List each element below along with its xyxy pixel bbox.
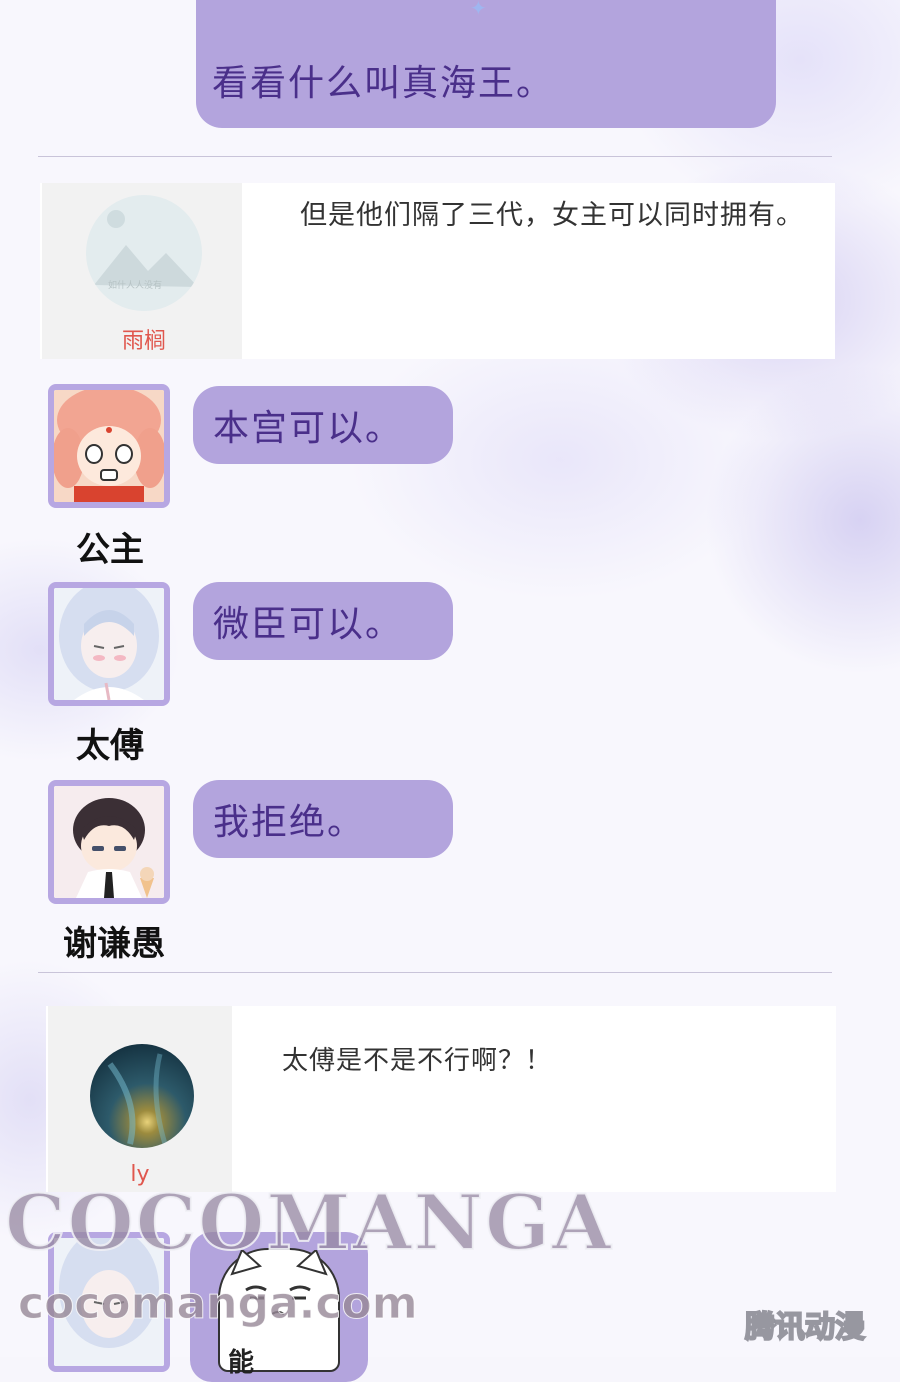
avatar-princess[interactable] (48, 384, 170, 508)
avatar-grand-tutor[interactable] (48, 582, 170, 706)
galaxy-image-icon (107, 1053, 168, 1145)
comment-1-text: 但是他们隔了三代，女主可以同时拥有。 (300, 200, 804, 231)
speaker-name-xie-qianyu: 谢谦愚 (63, 924, 165, 964)
message-text-princess: 本宫可以。 (213, 408, 404, 449)
tencent-comic-watermark: 腾讯动漫 (744, 1309, 866, 1346)
message-text-grand-tutor: 微臣可以。 (213, 604, 404, 645)
grand-tutor-portrait-icon (54, 588, 164, 700)
message-bubble-grand-tutor: 微臣可以。 (193, 582, 453, 660)
speaker-name-princess: 公主 (76, 530, 144, 570)
divider-top (38, 156, 832, 157)
placeholder-image-icon (94, 210, 198, 287)
comment-1-username[interactable]: 雨榈 (90, 323, 198, 355)
cocomanga-watermark: COCOMANGA (4, 1177, 613, 1268)
xie-qianyu-portrait-icon (54, 786, 164, 898)
message-bubble-xie-qianyu: 我拒绝。 (193, 780, 453, 858)
message-text-xie-qianyu: 我拒绝。 (213, 802, 366, 843)
speaker-name-grand-tutor: 太傅 (76, 726, 144, 766)
princess-portrait-icon (54, 390, 164, 502)
avatar-xie-qianyu[interactable] (48, 780, 170, 904)
comment-1-avatar[interactable] (86, 195, 202, 311)
sparkle-icon: ✦ (470, 0, 487, 20)
comment-1-avatar-caption: 如什人人没有 (108, 281, 163, 291)
comment-2-text: 太傅是不是不行啊？！ (282, 1046, 553, 1076)
divider-middle (38, 972, 832, 973)
comment-2-avatar[interactable] (90, 1044, 194, 1148)
cocomanga-url-watermark: cocomanga.com (18, 1278, 419, 1330)
top-message-text: 看看什么叫真海王。 (212, 63, 555, 104)
sticker-caption: 能 (228, 1348, 255, 1378)
message-bubble-princess: 本宫可以。 (193, 386, 453, 464)
